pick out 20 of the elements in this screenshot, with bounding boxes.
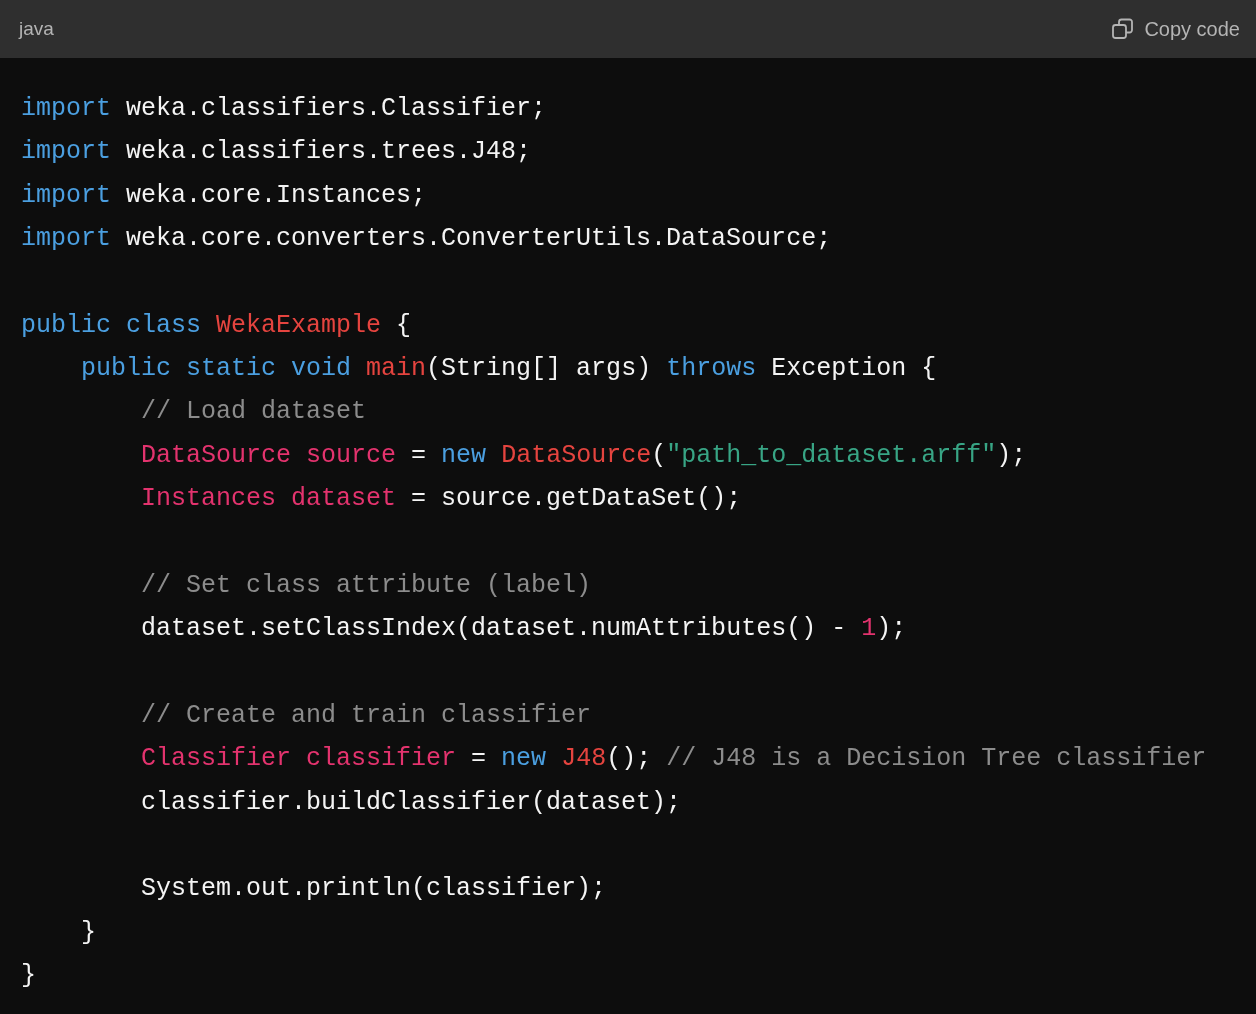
- copy-icon: [1111, 17, 1136, 41]
- code-line: import weka.core.converters.ConverterUtils.DataSource;: [21, 224, 832, 254]
- code-line: dataset.setClassIndex(dataset.numAttributes() - 1);: [141, 614, 907, 644]
- code-line: import weka.core.Instances;: [21, 180, 427, 210]
- language-label: java: [19, 16, 54, 41]
- code-comment: // Create and train classifier: [141, 700, 592, 730]
- code-comment: // Set class attribute (label): [141, 570, 592, 600]
- code-line: }: [21, 960, 36, 990]
- code-line: import weka.classifiers.Classifier;: [21, 94, 547, 123]
- code-line: import weka.classifiers.trees.J48;: [21, 137, 532, 167]
- code-line: System.out.println(classifier);: [141, 874, 607, 904]
- code-line: Instances dataset = source.getDataSet();: [141, 484, 742, 514]
- code-line: classifier.buildClassifier(dataset);: [141, 787, 682, 817]
- code-line: Classifier classifier = new J48(); // J48 is a Decision Tree classifier: [141, 744, 1207, 774]
- code-line: DataSource source = new DataSource("path_to_dataset.arff");: [141, 440, 1027, 470]
- code-comment: // Load dataset: [141, 397, 367, 427]
- code-line: public class WekaExample {: [21, 310, 412, 340]
- code-line: }: [81, 917, 97, 947]
- code-line: public static void main(String[] args) throws Exception {: [81, 354, 937, 384]
- copy-code-button[interactable]: Copy code: [1111, 14, 1240, 44]
